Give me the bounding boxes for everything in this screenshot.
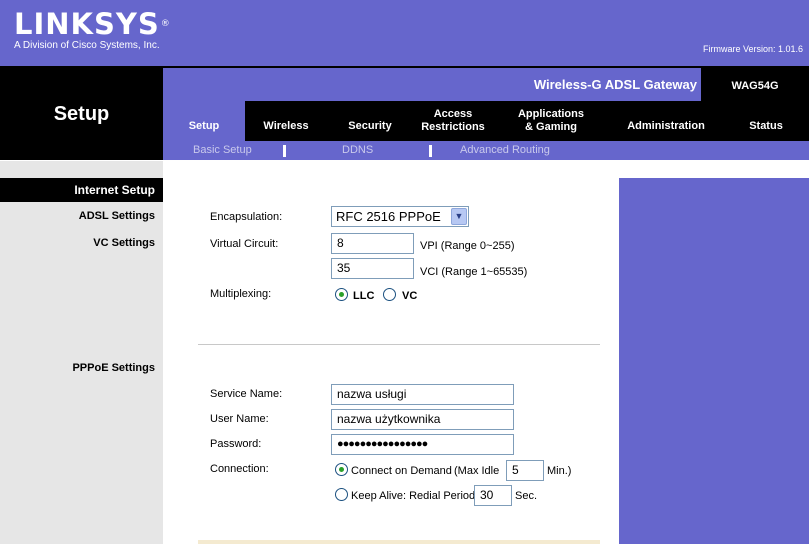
service-name-input[interactable]: nazwa usługi: [331, 384, 514, 405]
keep-alive-label: Keep Alive: Redial Period: [351, 490, 476, 502]
tab-administration[interactable]: Administration: [611, 101, 721, 141]
divider-stripe-left: [0, 161, 163, 178]
max-idle-label: (Max Idle: [454, 465, 500, 477]
main-tabs: Setup Wireless Security Access Restricti…: [163, 101, 809, 141]
model-number: WAG54G: [701, 68, 809, 103]
sidebar: [0, 178, 163, 544]
brand-name: LINKSYS: [14, 7, 160, 41]
product-bar: Wireless-G ADSL Gateway WAG54G: [163, 66, 809, 103]
brand-tagline: A Division of Cisco Systems, Inc.: [14, 40, 160, 51]
header-bar: LINKSYS® A Division of Cisco Systems, In…: [0, 0, 809, 66]
tab-access-restrictions[interactable]: Access Restrictions: [411, 101, 495, 141]
encapsulation-select[interactable]: RFC 2516 PPPoE ▼: [331, 206, 469, 227]
registered-mark: ®: [160, 19, 171, 29]
connect-on-demand-radio[interactable]: [335, 463, 348, 476]
virtual-circuit-label: Virtual Circuit:: [210, 238, 279, 250]
encapsulation-label: Encapsulation:: [210, 211, 283, 223]
connection-label: Connection:: [210, 463, 269, 475]
subtab-basic-setup[interactable]: Basic Setup: [193, 144, 252, 156]
linksys-logo: LINKSYS® A Division of Cisco Systems, In…: [14, 8, 171, 52]
sidebar-item-adsl-settings: ADSL Settings: [78, 210, 155, 222]
subtab-advanced-routing[interactable]: Advanced Routing: [460, 144, 550, 156]
user-name-input[interactable]: nazwa użytkownika: [331, 409, 514, 430]
encapsulation-value: RFC 2516 PPPoE: [336, 209, 441, 224]
section-divider: [198, 344, 600, 345]
page-title: Setup: [53, 103, 110, 125]
vci-input[interactable]: 35: [331, 258, 414, 279]
product-name: Wireless-G ADSL Gateway: [533, 77, 697, 92]
multiplexing-label: Multiplexing:: [210, 288, 272, 300]
service-name-label: Service Name:: [210, 388, 283, 400]
max-idle-input[interactable]: 5: [506, 460, 544, 481]
user-name-label: User Name:: [210, 413, 269, 425]
bottom-divider: [198, 540, 600, 544]
max-idle-unit: Min.): [547, 465, 572, 477]
mux-vc-label: VC: [402, 290, 418, 302]
connect-on-demand-label: Connect on Demand: [351, 465, 452, 477]
vpi-range-hint: VPI (Range 0~255): [420, 240, 515, 252]
password-input[interactable]: ●●●●●●●●●●●●●●●●: [331, 434, 514, 455]
tab-setup[interactable]: Setup: [163, 101, 245, 141]
chevron-down-icon[interactable]: ▼: [451, 208, 467, 225]
mux-llc-radio[interactable]: [335, 288, 348, 301]
sidebar-item-pppoe-settings: PPPoE Settings: [72, 362, 155, 374]
tab-status[interactable]: Status: [733, 101, 799, 141]
sidebar-item-vc-settings: VC Settings: [93, 237, 155, 249]
subtab-separator: [283, 145, 286, 157]
tab-wireless[interactable]: Wireless: [245, 101, 327, 141]
subtab-ddns[interactable]: DDNS: [342, 144, 373, 156]
tab-security[interactable]: Security: [329, 101, 411, 141]
redial-period-input[interactable]: 30: [474, 485, 512, 506]
vci-range-hint: VCI (Range 1~65535): [420, 266, 528, 278]
password-label: Password:: [210, 438, 262, 450]
firmware-version: Firmware Version: 1.01.6: [702, 44, 803, 54]
vpi-input[interactable]: 8: [331, 233, 414, 254]
sidebar-heading: Internet Setup: [0, 178, 163, 202]
sub-tabs: Basic Setup DDNS Advanced Routing: [163, 141, 809, 161]
mux-vc-radio[interactable]: [383, 288, 396, 301]
tab-applications-gaming[interactable]: Applications & Gaming: [503, 101, 599, 141]
subtab-separator: [429, 145, 432, 157]
help-panel: [619, 178, 809, 544]
mux-llc-label: LLC: [353, 290, 375, 302]
keep-alive-radio[interactable]: [335, 488, 348, 501]
redial-period-unit: Sec.: [515, 490, 538, 502]
